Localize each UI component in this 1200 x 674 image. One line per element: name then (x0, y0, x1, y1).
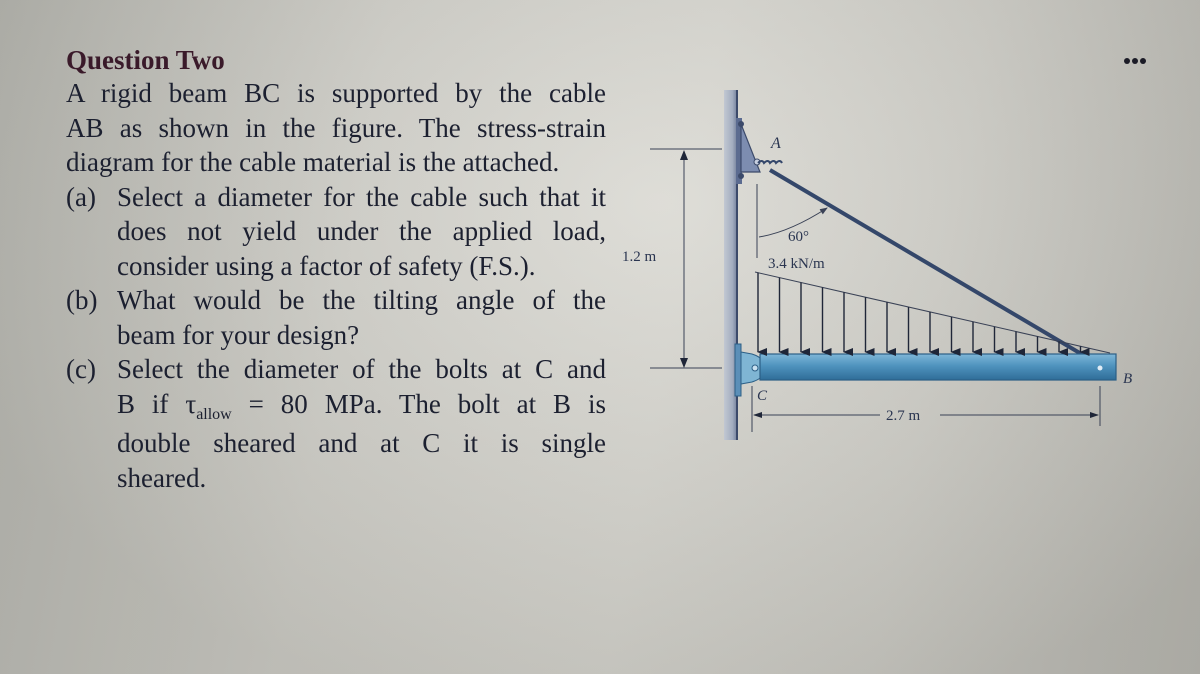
distributed-load (754, 271, 1111, 356)
cable-coil (757, 160, 783, 165)
length-label: 2.7 m (886, 408, 921, 424)
height-arrow-top (680, 150, 688, 160)
beam-figure: 60° 3.4 kN/m 1.2 m 2.7 m A B C (622, 90, 1132, 440)
point-c-label: C (757, 388, 768, 404)
load-outline (754, 271, 1111, 354)
pin-b (1097, 365, 1103, 371)
pin-c (751, 364, 759, 372)
length-arrow-left (753, 412, 762, 418)
bolt-top-2 (738, 173, 744, 179)
point-b-label: B (1123, 371, 1132, 387)
bolt-top-1 (738, 121, 744, 127)
point-a-label: A (770, 135, 781, 152)
load-label: 3.4 kN/m (768, 256, 825, 272)
length-arrow-right (1090, 412, 1099, 418)
height-arrow-bottom (680, 358, 688, 368)
wall-plate-c (734, 343, 742, 397)
beam-bc (759, 353, 1117, 381)
angle-label: 60° (788, 229, 809, 245)
height-label: 1.2 m (622, 249, 657, 265)
